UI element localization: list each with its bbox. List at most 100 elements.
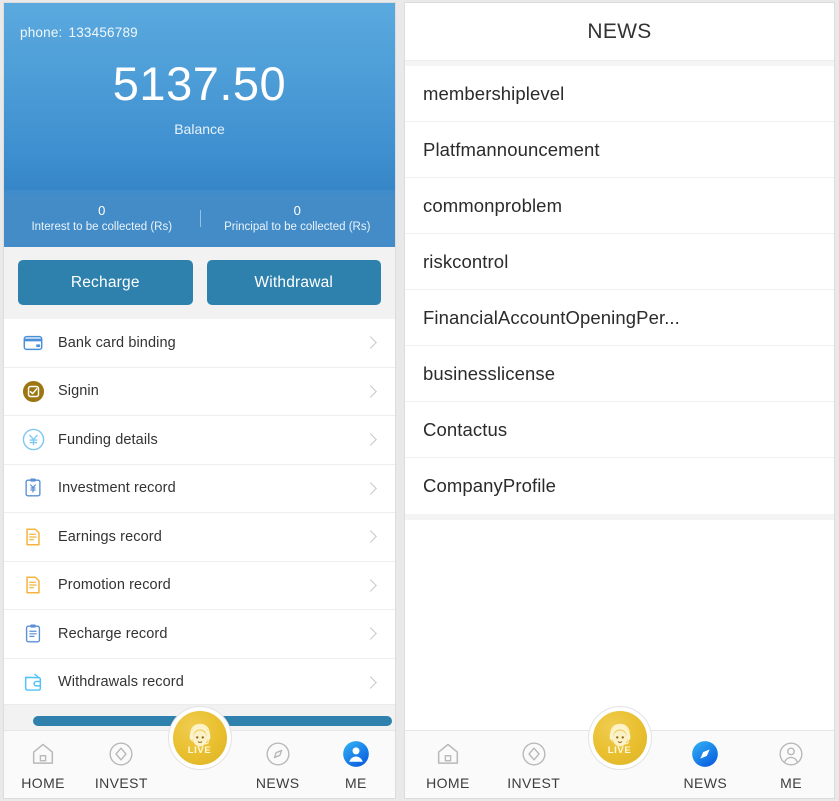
diamond-circle-icon [519,739,549,769]
news-item-riskcontrol[interactable]: riskcontrol [405,234,834,290]
pending-interest-cell: 0 Interest to be collected (Rs) [4,202,200,236]
news-item-businesslicense[interactable]: businesslicense [405,346,834,402]
checkbox-circle-icon [20,378,46,404]
tab-me[interactable]: ME [317,731,395,798]
tab-home[interactable]: HOME [4,731,82,798]
page-title: NEWS [587,19,652,43]
menu-item-bank-card-binding[interactable]: Bank card binding [4,319,395,368]
news-item-contactus[interactable]: Contactus [405,402,834,458]
news-item-label: Platfmannouncement [423,138,600,160]
news-item-membershiplevel[interactable]: membershiplevel [405,66,834,122]
tab-invest[interactable]: INVEST [82,731,160,798]
news-item-label: FinancialAccountOpeningPer... [423,306,680,328]
menu-label: Signin [58,383,99,400]
pending-principal-cell: 0 Principal to be collected (Rs) [199,202,396,236]
chevron-right-icon [364,384,377,398]
document-orange-icon [20,524,46,550]
tab-news[interactable]: NEWS [662,731,748,798]
live-support-icon: LIVE [592,711,647,765]
tab-label: INVEST [507,775,561,791]
wallet-icon [20,669,46,695]
live-support-icon: LIVE [172,711,227,765]
news-item-label: riskcontrol [423,250,509,272]
tab-label: NEWS [683,775,728,791]
menu-label: Investment record [58,480,176,497]
person-icon [341,739,371,769]
left-panel-body: phone: 133456789 5137.50 Balance 0 Intere… [4,3,395,730]
news-item-financial-account-opening[interactable]: FinancialAccountOpeningPer... [405,290,834,346]
phone-label: phone: [20,25,63,40]
chevron-right-icon [364,578,377,592]
menu-item-funding-details[interactable]: Funding details [4,416,395,465]
news-item-label: commonproblem [423,194,563,216]
recharge-button[interactable]: Recharge [18,260,193,305]
diamond-circle-icon [106,739,136,769]
pending-interest-value: 0 [98,202,106,218]
clipboard-blue-icon [20,621,46,647]
news-item-platfmannouncement[interactable]: Platfmannouncement [405,122,834,178]
chevron-right-icon [364,627,377,641]
live-support-button[interactable]: LIVE [168,707,231,769]
phone-value: 133456789 [68,25,138,40]
chevron-right-icon [364,336,377,350]
menu-item-investment-record[interactable]: Investment record [4,464,395,513]
balance-caption: Balance [174,121,225,137]
tab-label: HOME [426,775,470,791]
left-phone-panel: phone: 133456789 5137.50 Balance 0 Intere… [3,2,396,799]
home-icon [433,739,463,769]
left-bottom-navigation: HOME INVEST NEWS ME LIVE [4,707,395,798]
menu-item-promotion-record[interactable]: Promotion record [4,561,395,610]
tab-invest[interactable]: INVEST [491,731,577,798]
news-list: membershiplevel Platfmannouncement commo… [405,66,834,514]
balance-card: phone: 133456789 5137.50 Balance 0 Intere… [4,3,395,247]
menu-item-withdrawals-record[interactable]: Withdrawals record [4,658,395,707]
home-icon [28,739,58,769]
menu-item-earnings-record[interactable]: Earnings record [4,513,395,562]
right-bottom-navigation: HOME INVEST NEWS ME LIVE [405,707,834,798]
tab-label: ME [780,775,802,791]
pending-row: 0 Interest to be collected (Rs) 0 Princi… [4,190,395,247]
tab-me[interactable]: ME [748,731,834,798]
live-label: LIVE [607,745,632,756]
menu-label: Promotion record [58,577,171,594]
news-item-label: membershiplevel [423,82,565,104]
dual-phone-screenshot: phone: 133456789 5137.50 Balance 0 Intere… [0,0,839,801]
pending-principal-value: 0 [293,202,301,218]
tab-label: NEWS [255,775,300,791]
person-icon [776,739,806,769]
tab-label: HOME [21,775,65,791]
menu-item-signin[interactable]: Signin [4,367,395,416]
account-menu-list: Bank card binding Signin Funding details… [4,319,395,707]
pending-principal-label: Principal to be collected (Rs) [224,221,371,234]
news-item-label: CompanyProfile [423,475,557,496]
tab-home[interactable]: HOME [405,731,491,798]
news-item-label: businesslicense [423,362,556,384]
menu-item-recharge-record[interactable]: Recharge record [4,610,395,659]
pending-interest-label: Interest to be collected (Rs) [31,221,173,234]
compass-icon [263,739,293,769]
chevron-right-icon [364,433,377,447]
right-phone-panel: NEWS membershiplevel Platfmannouncement … [404,2,835,799]
menu-label: Recharge record [58,625,168,642]
news-item-label: Contactus [423,418,508,440]
compass-icon [690,739,720,769]
yen-circle-icon [20,427,46,453]
menu-label: Withdrawals record [58,674,184,691]
chevron-right-icon [364,481,377,495]
news-item-commonproblem[interactable]: commonproblem [405,178,834,234]
chevron-right-icon [364,675,377,689]
action-button-row: Recharge Withdrawal [4,247,395,319]
live-support-button[interactable]: LIVE [588,707,651,769]
right-panel-body: membershiplevel Platfmannouncement commo… [405,61,834,730]
news-item-companyprofile[interactable]: CompanyProfile [405,458,834,514]
tab-news[interactable]: NEWS [239,731,317,798]
balance-amount: 5137.50 [112,57,287,110]
menu-label: Funding details [58,431,158,448]
withdrawal-button[interactable]: Withdrawal [206,260,381,305]
chevron-right-icon [364,530,377,544]
live-label: LIVE [187,745,212,756]
phone-line: phone: 133456789 [4,3,395,40]
news-header: NEWS [405,3,834,61]
news-list-end-separator [405,514,834,520]
bank-card-icon [20,330,46,356]
